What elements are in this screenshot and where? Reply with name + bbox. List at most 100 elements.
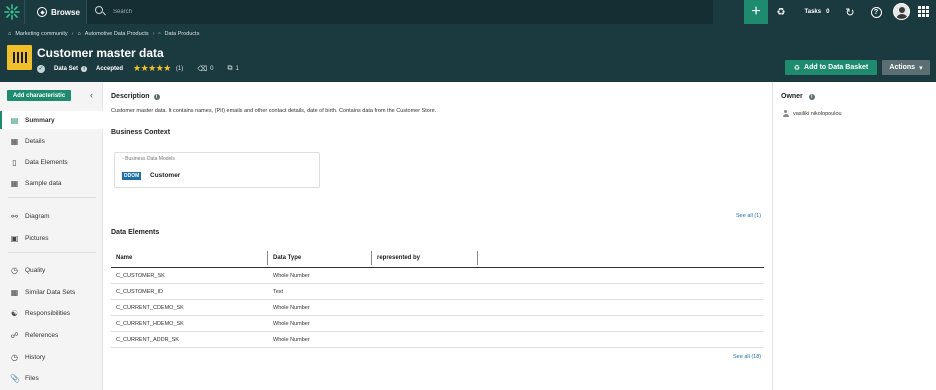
- actions-button[interactable]: Actions ▾: [882, 60, 930, 75]
- table-row[interactable]: C_CURRENT_CDEMO_SK Whole Number: [111, 300, 764, 316]
- compass-icon: [37, 7, 47, 17]
- files-icon: 📎: [10, 373, 20, 383]
- rating-count: (1): [175, 65, 184, 72]
- references-icon: ☍: [10, 330, 19, 340]
- sidebar-item-references[interactable]: ☍ References: [0, 326, 103, 344]
- comments-stat[interactable]: ⌫ 0: [197, 65, 213, 73]
- sidebar-item-label: History: [25, 353, 46, 361]
- sidebar-item-quality[interactable]: ◷ Quality: [0, 261, 103, 279]
- table-row[interactable]: C_CUSTOMER_SK Whole Number: [111, 268, 764, 284]
- rating-stars[interactable]: ★★★★★: [133, 63, 171, 74]
- breadcrumb-item[interactable]: Automotive Data Products: [85, 31, 149, 37]
- browse-button[interactable]: Browse: [37, 5, 80, 19]
- sidebar-item-pictures[interactable]: ▣ Pictures: [0, 229, 103, 247]
- data-elements-see-all-link[interactable]: See all (18): [733, 354, 761, 360]
- column-resizer[interactable]: [371, 251, 372, 265]
- data-set-icon: [7, 45, 32, 70]
- main-content: Description i Customer master data. It c…: [104, 82, 772, 390]
- tasks-count: 0: [826, 9, 830, 15]
- business-asset-link[interactable]: Customer: [150, 172, 180, 180]
- comment-icon: ⌫: [197, 65, 208, 73]
- table-row[interactable]: C_CURRENT_ADDR_SK Whole Number: [111, 332, 764, 348]
- business-context-see-all-link[interactable]: See all (1): [736, 213, 761, 219]
- table-row[interactable]: C_CURRENT_HDEMO_SK Whole Number: [111, 316, 764, 332]
- owner-name[interactable]: vasiliki nikolopoulou: [793, 111, 842, 117]
- divider: [8, 197, 96, 198]
- search-bar: [87, 0, 713, 24]
- collapse-sidebar-icon[interactable]: ‹: [90, 90, 93, 100]
- sample-data-icon: ▦: [10, 178, 19, 188]
- sidebar-item-details[interactable]: ▦ Details: [0, 132, 103, 150]
- description-heading: Description i: [111, 93, 160, 100]
- data-basket-icon[interactable]: ♻: [773, 0, 789, 24]
- breadcrumb: ⌂ Marketing community › ⌂ Automotive Dat…: [8, 31, 199, 37]
- data-elements-table: Name Data Type represented by C_CUSTOMER…: [111, 248, 764, 348]
- person-icon: [782, 110, 789, 117]
- browse-label: Browse: [51, 7, 80, 17]
- cell-name[interactable]: C_CURRENT_CDEMO_SK: [116, 300, 184, 316]
- sidebar-item-label: References: [25, 331, 59, 339]
- top-navigation-bar: Browse + ♻ Tasks 0 ↻ ?: [0, 0, 936, 24]
- description-text: Customer master data. It contains names,…: [111, 108, 437, 114]
- refresh-icon[interactable]: ↻: [843, 0, 857, 24]
- search-icon: [95, 6, 103, 14]
- comments-count: 0: [210, 65, 214, 72]
- tasks-button[interactable]: Tasks 0: [797, 0, 837, 24]
- actions-label: Actions: [889, 64, 916, 71]
- sidebar-item-data-elements[interactable]: ▯ Data Elements: [0, 153, 103, 171]
- sidebar-item-label: Responsibilities: [25, 309, 71, 317]
- info-icon[interactable]: i: [81, 65, 88, 72]
- business-data-models-label: ▫ Business Data Models: [122, 156, 175, 162]
- user-avatar[interactable]: [893, 3, 910, 20]
- sidebar-item-label: Similar Data Sets: [25, 288, 76, 296]
- chevron-right-icon: ›: [71, 31, 74, 37]
- sidebar-item-label: Quality: [25, 266, 46, 274]
- add-characteristic-button[interactable]: Add characteristic: [7, 90, 71, 101]
- cell-name[interactable]: C_CUSTOMER_SK: [116, 268, 165, 284]
- divider: [8, 252, 96, 253]
- search-input[interactable]: [113, 5, 673, 19]
- cell-name[interactable]: C_CURRENT_ADDR_SK: [116, 332, 179, 348]
- responsibilities-icon: ☯: [10, 308, 19, 318]
- info-icon[interactable]: i: [153, 93, 160, 100]
- help-icon: ?: [870, 6, 882, 18]
- collibra-logo-icon[interactable]: [4, 4, 20, 20]
- help-button[interactable]: ?: [869, 0, 883, 24]
- column-header-represented-by[interactable]: represented by: [377, 248, 420, 268]
- cell-data-type: Whole Number: [273, 305, 310, 311]
- similar-icon: ▦: [10, 287, 19, 297]
- column-resizer[interactable]: [477, 251, 478, 265]
- diagram-icon: ⚯: [11, 211, 18, 221]
- sidebar-item-history[interactable]: ◷ History: [0, 348, 103, 366]
- cell-data-type: Whole Number: [273, 337, 310, 343]
- sidebar-item-files[interactable]: 📎 Files: [0, 369, 103, 387]
- sidebar-item-summary[interactable]: ▤ Summary: [0, 111, 103, 129]
- info-icon[interactable]: i: [808, 93, 815, 100]
- column-header-name[interactable]: Name: [116, 248, 132, 268]
- cell-name[interactable]: C_CUSTOMER_ID: [116, 284, 163, 300]
- owner-item[interactable]: vasiliki nikolopoulou: [782, 110, 842, 117]
- sidebar-item-responsibilities[interactable]: ☯ Responsibilities: [0, 304, 103, 322]
- create-button[interactable]: +: [744, 0, 768, 24]
- owner-title: Owner: [781, 93, 803, 100]
- breadcrumb-item[interactable]: Marketing community: [15, 31, 67, 37]
- tasks-label: Tasks: [804, 9, 822, 15]
- summary-icon: ▤: [10, 115, 19, 125]
- add-to-data-basket-button[interactable]: ♻ Add to Data Basket: [785, 60, 877, 75]
- relations-stat[interactable]: ⧉ 1: [227, 65, 238, 73]
- table-row[interactable]: C_CUSTOMER_ID Text: [111, 284, 764, 300]
- cell-name[interactable]: C_CURRENT_HDEMO_SK: [116, 316, 184, 332]
- relations-count: 1: [235, 65, 239, 72]
- relations-icon: ⧉: [227, 64, 233, 72]
- business-context-card[interactable]: ▫ Business Data Models DDOM Customer: [114, 152, 320, 188]
- chevron-right-icon: ›: [152, 31, 155, 37]
- app-launcher-icon[interactable]: [918, 6, 929, 17]
- cell-data-type: Whole Number: [273, 321, 310, 327]
- column-header-data-type[interactable]: Data Type: [273, 248, 301, 268]
- sidebar-item-sample-data[interactable]: ▦ Sample data: [0, 174, 103, 192]
- sidebar-item-similar-data-sets[interactable]: ▦ Similar Data Sets: [0, 283, 103, 301]
- status-badge[interactable]: Accepted: [96, 66, 123, 72]
- column-resizer[interactable]: [267, 251, 268, 265]
- breadcrumb-item[interactable]: Data Products: [164, 31, 199, 37]
- sidebar-item-diagram[interactable]: ⚯ Diagram: [0, 207, 103, 225]
